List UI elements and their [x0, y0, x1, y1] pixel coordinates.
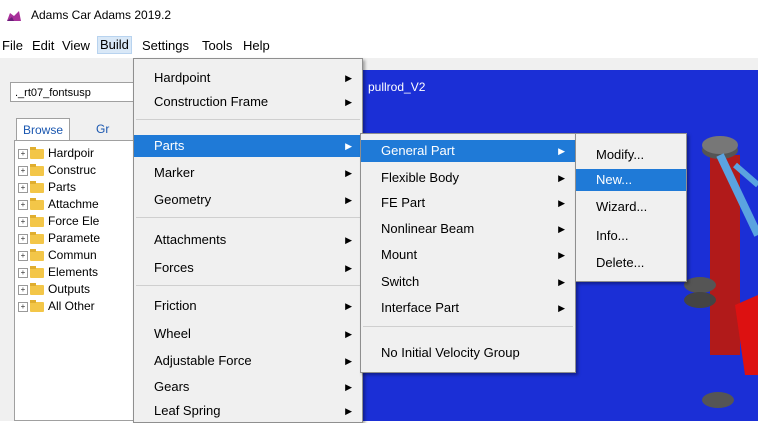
menu-item-leaf-spring[interactable]: Leaf Spring ▶ — [134, 400, 362, 422]
folder-icon — [30, 249, 44, 261]
folder-icon — [30, 164, 44, 176]
submenu-arrow-icon: ▶ — [345, 235, 352, 245]
menu-separator — [136, 217, 360, 218]
submenu-arrow-icon: ▶ — [345, 263, 352, 273]
submenu-arrow-icon: ▶ — [345, 406, 352, 416]
menu-item-gears[interactable]: Gears ▶ — [134, 376, 362, 398]
submenu-arrow-icon: ▶ — [345, 356, 352, 366]
folder-icon — [30, 198, 44, 210]
menu-item-general-part[interactable]: General Part ▶ — [361, 140, 575, 162]
folder-icon — [30, 266, 44, 278]
menu-item-delete[interactable]: Delete... — [576, 252, 686, 274]
suspension-model-graphic — [684, 136, 758, 408]
menu-help[interactable]: Help — [243, 38, 270, 53]
menu-file[interactable]: File — [2, 38, 23, 53]
menu-separator — [363, 326, 573, 327]
tab-browse[interactable]: Browse — [16, 118, 71, 141]
submenu-arrow-icon: ▶ — [345, 97, 352, 107]
menu-item-nonlinear-beam[interactable]: Nonlinear Beam ▶ — [361, 218, 575, 240]
build-menu: Hardpoint ▶ Construction Frame ▶ Parts ▶ Ma… — [133, 58, 363, 423]
expand-icon[interactable]: + — [18, 302, 28, 312]
menu-item-construction-frame[interactable]: Construction Frame ▶ — [134, 91, 362, 113]
menu-item-friction[interactable]: Friction ▶ — [134, 295, 362, 317]
submenu-arrow-icon: ▶ — [558, 303, 565, 313]
menu-item-modify[interactable]: Modify... — [576, 144, 686, 166]
tab-groups[interactable]: Gr — [90, 118, 115, 140]
menu-item-switch[interactable]: Switch ▶ — [361, 271, 575, 293]
menu-item-forces[interactable]: Forces ▶ — [134, 257, 362, 279]
menu-bar: File Edit View Build Settings Tools Help — [0, 32, 758, 58]
expand-icon[interactable]: + — [18, 217, 28, 227]
folder-icon — [30, 300, 44, 312]
title-bar: Adams Car Adams 2019.2 — [0, 0, 758, 32]
expand-icon[interactable]: + — [18, 183, 28, 193]
expand-icon[interactable]: + — [18, 166, 28, 176]
menu-item-flexible-body[interactable]: Flexible Body ▶ — [361, 167, 575, 189]
menu-item-marker[interactable]: Marker ▶ — [134, 162, 362, 184]
window-title: Adams Car Adams 2019.2 — [31, 8, 172, 22]
viewport-model-label: pullrod_V2 — [368, 80, 426, 94]
menu-item-fe-part[interactable]: FE Part ▶ — [361, 192, 575, 214]
expand-icon[interactable]: + — [18, 234, 28, 244]
menu-item-geometry[interactable]: Geometry ▶ — [134, 189, 362, 211]
folder-icon — [30, 215, 44, 227]
submenu-arrow-icon: ▶ — [345, 301, 352, 311]
submenu-arrow-icon: ▶ — [345, 141, 352, 151]
folder-icon — [30, 283, 44, 295]
expand-icon[interactable]: + — [18, 268, 28, 278]
menu-item-no-initial-velocity-group[interactable]: No Initial Velocity Group — [361, 342, 575, 364]
menu-item-wheel[interactable]: Wheel ▶ — [134, 323, 362, 345]
parts-submenu: General Part ▶ Flexible Body ▶ FE Part ▶ No… — [360, 133, 576, 373]
menu-tools[interactable]: Tools — [202, 38, 232, 53]
menu-item-attachments[interactable]: Attachments ▶ — [134, 229, 362, 251]
menu-build[interactable]: Build — [97, 36, 132, 54]
submenu-arrow-icon: ▶ — [558, 250, 565, 260]
browse-tree: + Hardpoir + Construc + Parts + Attachme + Fo… — [14, 140, 138, 421]
adams-app-icon — [7, 11, 21, 21]
folder-icon — [30, 147, 44, 159]
submenu-arrow-icon: ▶ — [558, 173, 565, 183]
folder-icon — [30, 232, 44, 244]
submenu-arrow-icon: ▶ — [345, 73, 352, 83]
menu-item-interface-part[interactable]: Interface Part ▶ — [361, 297, 575, 319]
submenu-arrow-icon: ▶ — [345, 329, 352, 339]
menu-item-hardpoint[interactable]: Hardpoint ▶ — [134, 67, 362, 89]
expand-icon[interactable]: + — [18, 200, 28, 210]
menu-view[interactable]: View — [62, 38, 90, 53]
general-part-submenu: Modify... New... Wizard... Info... Delet… — [575, 133, 687, 282]
menu-item-info[interactable]: Info... — [576, 225, 686, 247]
submenu-arrow-icon: ▶ — [558, 224, 565, 234]
submenu-arrow-icon: ▶ — [345, 382, 352, 392]
menu-item-new[interactable]: New... — [576, 169, 686, 191]
submenu-arrow-icon: ▶ — [558, 277, 565, 287]
menu-item-adjustable-force[interactable]: Adjustable Force ▶ — [134, 350, 362, 372]
expand-icon[interactable]: + — [18, 285, 28, 295]
menu-separator — [136, 119, 360, 120]
expand-icon[interactable]: + — [18, 251, 28, 261]
expand-icon[interactable]: + — [18, 149, 28, 159]
menu-edit[interactable]: Edit — [32, 38, 54, 53]
menu-settings[interactable]: Settings — [142, 38, 189, 53]
folder-icon — [30, 181, 44, 193]
submenu-arrow-icon: ▶ — [558, 146, 565, 156]
model-selector[interactable]: ._rt07_fontsusp — [10, 82, 136, 102]
submenu-arrow-icon: ▶ — [345, 195, 352, 205]
submenu-arrow-icon: ▶ — [558, 198, 565, 208]
menu-item-parts[interactable]: Parts ▶ — [134, 135, 362, 157]
menu-item-wizard[interactable]: Wizard... — [576, 196, 686, 218]
submenu-arrow-icon: ▶ — [345, 168, 352, 178]
menu-item-mount[interactable]: Mount ▶ — [361, 244, 575, 266]
menu-separator — [136, 285, 360, 286]
